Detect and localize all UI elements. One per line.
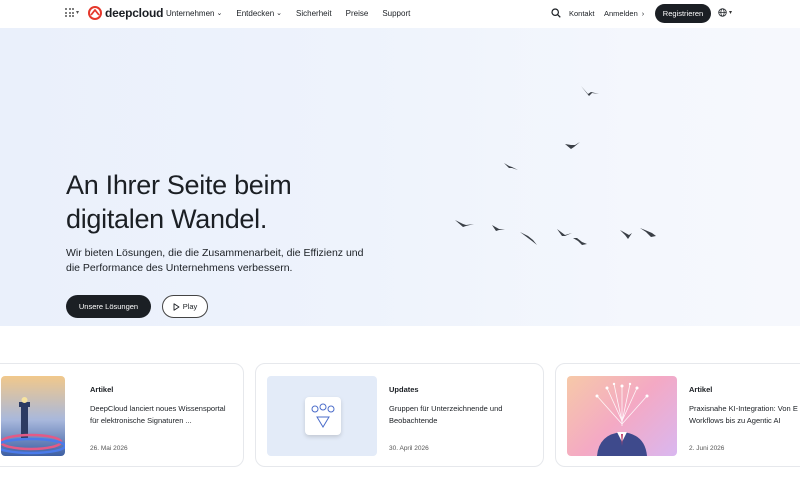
chevron-down-icon: ▾ <box>729 10 733 16</box>
brand-logo[interactable]: deepcloud <box>88 6 163 20</box>
app-switcher-button[interactable]: ▾ <box>65 8 79 17</box>
brand-name: deepcloud <box>105 6 164 20</box>
card-category: Artikel <box>90 385 114 394</box>
ai-person-illustration <box>595 382 649 456</box>
globe-icon <box>718 8 727 17</box>
nav-item-unternehmen[interactable]: Unternehmen ⌄ <box>166 9 222 18</box>
card-category: Artikel <box>689 385 713 394</box>
hero-subtitle-line: Wir bieten Lösungen, die die Zusammenarb… <box>66 247 364 259</box>
lighthouse-illustration <box>1 397 65 455</box>
hero-title: An Ihrer Seite beim digitalen Wandel. <box>66 168 386 236</box>
nav-item-preise[interactable]: Preise <box>346 9 369 18</box>
card-title-line: Workflows bis zu Agentic AI <box>689 416 781 425</box>
news-card[interactable]: Artikel Praxisnahe KI-Integration: Von E… <box>555 363 800 467</box>
login-label: Anmelden <box>604 9 638 18</box>
play-icon <box>173 302 180 311</box>
group-signer-image <box>267 376 377 456</box>
ai-person-image <box>567 376 677 456</box>
hero-title-line: An Ihrer Seite beim <box>66 170 292 200</box>
chevron-down-icon: ⌄ <box>276 9 283 17</box>
news-cards: Artikel DeepCloud lanciert noues Wissens… <box>0 363 800 467</box>
card-date: 30. April 2026 <box>389 445 429 452</box>
main-nav: Unternehmen ⌄ Entdecken ⌄ Sicherheit Pre… <box>166 9 424 18</box>
card-title: DeepCloud lanciert noues Wissensportal f… <box>90 403 240 427</box>
nav-item-label: Entdecken <box>236 9 275 18</box>
our-solutions-button[interactable]: Unsere Lösungen <box>66 295 151 318</box>
news-card[interactable]: Updates Gruppen für Unterzeichnende und … <box>255 363 544 467</box>
hero-section: An Ihrer Seite beim digitalen Wandel. Wi… <box>0 28 800 326</box>
card-title-line: Gruppen für Unterzeichnende und <box>389 404 503 413</box>
users-signature-icon <box>311 403 335 428</box>
hero-subtitle-line: die Performance des Unternehmens verbess… <box>66 262 293 274</box>
deepcloud-logo-icon <box>88 6 102 20</box>
hero-subtitle: Wir bieten Lösungen, die die Zusammenarb… <box>66 246 376 276</box>
nav-item-label: Unternehmen <box>166 9 215 18</box>
nav-item-label: Sicherheit <box>296 9 332 18</box>
flying-birds-illustration <box>455 86 656 245</box>
site-header: ▾ deepcloud Unternehmen ⌄ Entdecken ⌄ Si… <box>0 0 800 28</box>
contact-link[interactable]: Kontakt <box>569 9 594 18</box>
language-switcher[interactable]: ▾ <box>718 8 732 17</box>
card-title-line: DeepCloud lanciert noues Wissensportal <box>90 404 226 413</box>
play-button[interactable]: Play <box>162 295 208 318</box>
nav-item-label: Preise <box>345 9 369 18</box>
search-icon[interactable] <box>551 8 561 18</box>
card-title-line: Praxisnahe KI-Integration: Von E <box>689 404 798 413</box>
card-title: Praxisnahe KI-Integration: Von E Workflo… <box>689 403 800 427</box>
nav-item-support[interactable]: Support <box>382 9 410 18</box>
play-label: Play <box>182 302 198 311</box>
grid-icon <box>65 8 74 17</box>
group-signer-icon <box>305 397 341 435</box>
lighthouse-image <box>1 376 65 456</box>
news-card[interactable]: Artikel DeepCloud lanciert noues Wissens… <box>0 363 244 467</box>
chevron-down-icon: ▾ <box>76 10 80 16</box>
card-title: Gruppen für Unterzeichnende und Beobacht… <box>389 403 539 427</box>
card-date: 2. Juni 2026 <box>689 445 725 452</box>
register-button[interactable]: Registrieren <box>655 4 711 23</box>
login-link[interactable]: Anmelden › <box>604 9 644 18</box>
nav-item-label: Support <box>382 9 411 18</box>
card-date: 26. Mai 2026 <box>90 445 128 452</box>
card-title-line: für elektronische Signaturen ... <box>90 416 192 425</box>
card-title-line: Beobachtende <box>389 416 438 425</box>
card-category: Updates <box>389 385 419 394</box>
hero-title-line: digitalen Wandel. <box>66 204 268 234</box>
nav-item-entdecken[interactable]: Entdecken ⌄ <box>236 9 282 18</box>
chevron-right-icon: › <box>641 9 645 18</box>
chevron-down-icon: ⌄ <box>216 9 223 17</box>
nav-item-sicherheit[interactable]: Sicherheit <box>296 9 332 18</box>
